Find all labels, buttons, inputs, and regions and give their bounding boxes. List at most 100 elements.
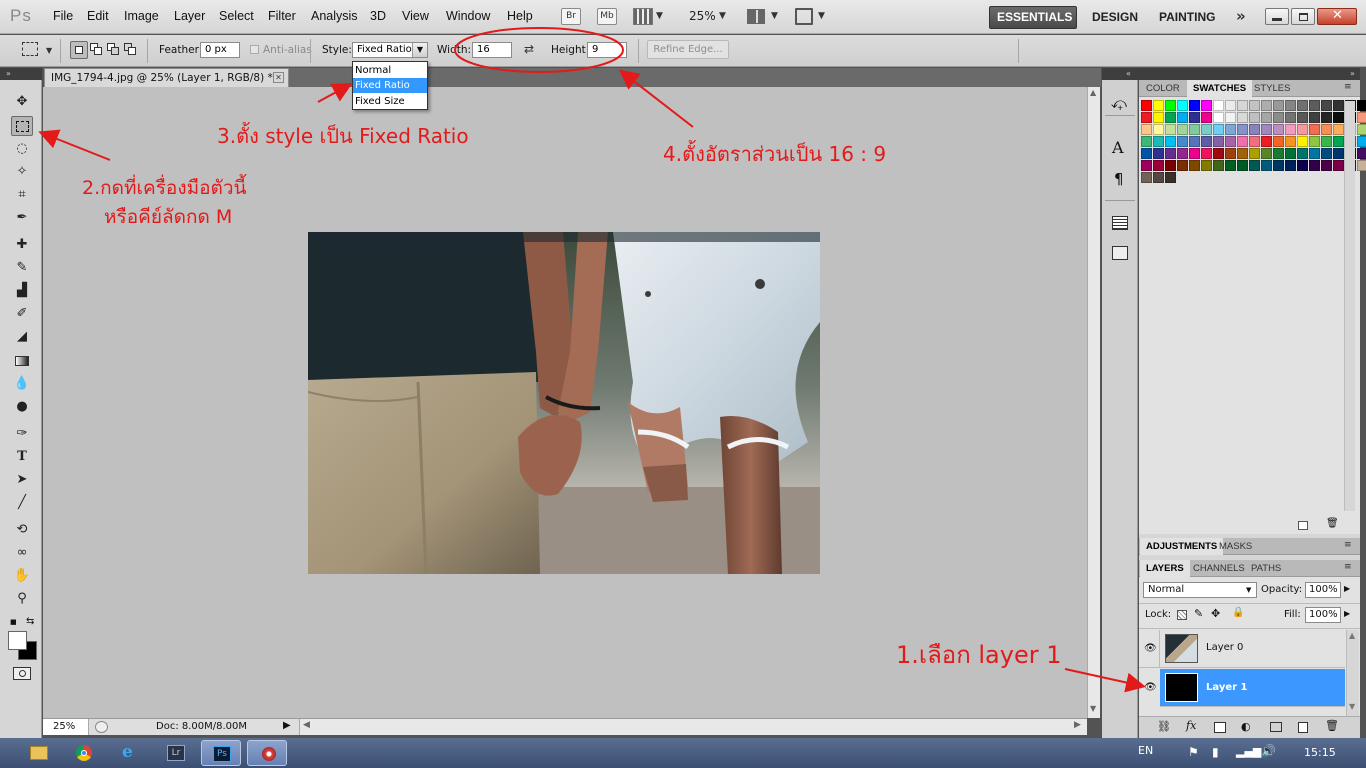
status-menu-arrow-icon[interactable]: ▶: [283, 720, 291, 731]
color-swatch[interactable]: [1249, 136, 1260, 147]
menu-view[interactable]: View: [402, 9, 429, 23]
color-swatch[interactable]: [1333, 100, 1344, 111]
clone-stamp-tool-icon[interactable]: ▟: [11, 281, 33, 301]
power-icon[interactable]: ▮: [1212, 745, 1219, 759]
panel-menu-icon[interactable]: ≡: [1344, 82, 1352, 92]
color-swatch[interactable]: [1261, 160, 1272, 171]
lock-transparent-icon[interactable]: [1177, 610, 1187, 620]
menu-analysis[interactable]: Analysis: [311, 9, 358, 23]
color-swatch[interactable]: [1285, 112, 1296, 123]
extras-icon[interactable]: [633, 8, 653, 25]
color-swatch[interactable]: [1189, 124, 1200, 135]
type-tool-icon[interactable]: T: [11, 447, 33, 467]
color-swatch[interactable]: [1321, 160, 1332, 171]
pen-tool-icon[interactable]: ✑: [11, 424, 33, 444]
color-swatch[interactable]: [1189, 136, 1200, 147]
color-swatch[interactable]: [1213, 148, 1224, 159]
color-swatch[interactable]: [1357, 136, 1366, 147]
color-swatch[interactable]: [1321, 100, 1332, 111]
color-swatch[interactable]: [1357, 124, 1366, 135]
color-swatch[interactable]: [1213, 160, 1224, 171]
screen-mode-icon[interactable]: [795, 8, 813, 25]
color-swatch[interactable]: [1153, 160, 1164, 171]
color-swatch[interactable]: [1249, 124, 1260, 135]
bridge-button[interactable]: Br: [561, 8, 581, 25]
color-swatch[interactable]: [1165, 100, 1176, 111]
chevron-down-icon[interactable]: ▼: [1090, 704, 1096, 713]
chevron-down-icon[interactable]: ▼: [771, 11, 778, 21]
color-swatch[interactable]: [1273, 160, 1284, 171]
color-swatch[interactable]: [1249, 112, 1260, 123]
chevron-down-icon[interactable]: ▼: [1349, 702, 1355, 711]
color-swatch[interactable]: [1273, 124, 1284, 135]
color-swatch[interactable]: [1201, 124, 1212, 135]
more-workspaces-icon[interactable]: »: [1236, 7, 1246, 25]
antialias-checkbox[interactable]: [250, 45, 259, 54]
document-photo[interactable]: [308, 232, 820, 574]
chevron-down-icon[interactable]: ▼: [656, 11, 663, 21]
color-swatch[interactable]: [1153, 136, 1164, 147]
quick-selection-tool-icon[interactable]: ✧: [11, 162, 33, 182]
color-swatch[interactable]: [1165, 148, 1176, 159]
color-swatch[interactable]: [1261, 112, 1272, 123]
paragraph-panel-icon[interactable]: ¶: [1114, 170, 1124, 188]
menu-file[interactable]: File: [53, 9, 73, 23]
color-swatch[interactable]: [1261, 124, 1272, 135]
chevron-left-icon[interactable]: ◀: [303, 720, 310, 730]
color-swatch[interactable]: [1189, 100, 1200, 111]
color-swatch[interactable]: [1297, 148, 1308, 159]
color-swatch[interactable]: [1201, 100, 1212, 111]
color-swatch[interactable]: [1189, 148, 1200, 159]
restore-button[interactable]: [1291, 8, 1315, 25]
color-swatch[interactable]: [1153, 100, 1164, 111]
tool-presets-icon[interactable]: [1112, 216, 1128, 230]
chevron-up-icon[interactable]: ▲: [1349, 631, 1355, 640]
minibridge-button[interactable]: Mb: [597, 8, 617, 25]
color-swatch[interactable]: [1273, 112, 1284, 123]
color-swatch[interactable]: [1237, 148, 1248, 159]
color-swatch[interactable]: [1321, 136, 1332, 147]
color-swatch[interactable]: [1165, 112, 1176, 123]
vertical-scrollbar[interactable]: ▲ ▼: [1087, 87, 1100, 718]
eyedropper-tool-icon[interactable]: ✒: [11, 208, 33, 228]
tab-styles[interactable]: STYLES: [1248, 80, 1296, 97]
color-swatch[interactable]: [1321, 124, 1332, 135]
color-swatch[interactable]: [1249, 100, 1260, 111]
tab-layers[interactable]: LAYERS: [1140, 560, 1190, 577]
color-swatch[interactable]: [1213, 100, 1224, 111]
add-mask-icon[interactable]: [1214, 722, 1226, 733]
chevron-down-icon[interactable]: ▼: [1246, 586, 1251, 594]
adjustment-layer-icon[interactable]: ◐: [1241, 720, 1251, 733]
color-swatch[interactable]: [1141, 100, 1152, 111]
close-document-icon[interactable]: ✕: [273, 72, 284, 83]
color-swatch[interactable]: [1153, 112, 1164, 123]
lock-all-icon[interactable]: 🔒: [1232, 607, 1244, 618]
close-button[interactable]: ✕: [1317, 8, 1357, 25]
color-swatch[interactable]: [1321, 112, 1332, 123]
style-option-fixed-size[interactable]: Fixed Size: [353, 94, 427, 109]
color-swatch[interactable]: [1357, 112, 1366, 123]
fill-input[interactable]: 100%: [1305, 607, 1341, 623]
color-swatch[interactable]: [1321, 148, 1332, 159]
color-swatch[interactable]: [1297, 136, 1308, 147]
panel-menu-icon[interactable]: ≡: [1344, 540, 1352, 550]
color-swatch[interactable]: [1333, 160, 1344, 171]
arrange-documents-icon[interactable]: [747, 9, 765, 24]
chrome-button[interactable]: [65, 740, 105, 766]
chevron-down-icon[interactable]: ▼: [412, 43, 427, 57]
menu-filter[interactable]: Filter: [268, 9, 296, 23]
tab-masks[interactable]: MASKS: [1213, 538, 1258, 555]
gradient-tool-icon[interactable]: [11, 351, 33, 371]
hand-tool-icon[interactable]: ✋: [11, 566, 33, 586]
zoom-field[interactable]: 25%: [43, 719, 89, 735]
color-swatch[interactable]: [1189, 160, 1200, 171]
new-selection-button[interactable]: [70, 41, 88, 59]
clone-source-icon[interactable]: [1112, 246, 1128, 260]
history-panel-icon[interactable]: ⤽: [1111, 94, 1127, 112]
style-option-fixed-ratio[interactable]: Fixed Ratio: [353, 78, 427, 93]
new-layer-icon[interactable]: [1298, 722, 1308, 733]
trash-icon[interactable]: 🗑: [1326, 518, 1339, 529]
color-swatch[interactable]: [1201, 112, 1212, 123]
character-panel-icon[interactable]: A: [1112, 138, 1124, 157]
blur-tool-icon[interactable]: 💧: [11, 374, 33, 394]
